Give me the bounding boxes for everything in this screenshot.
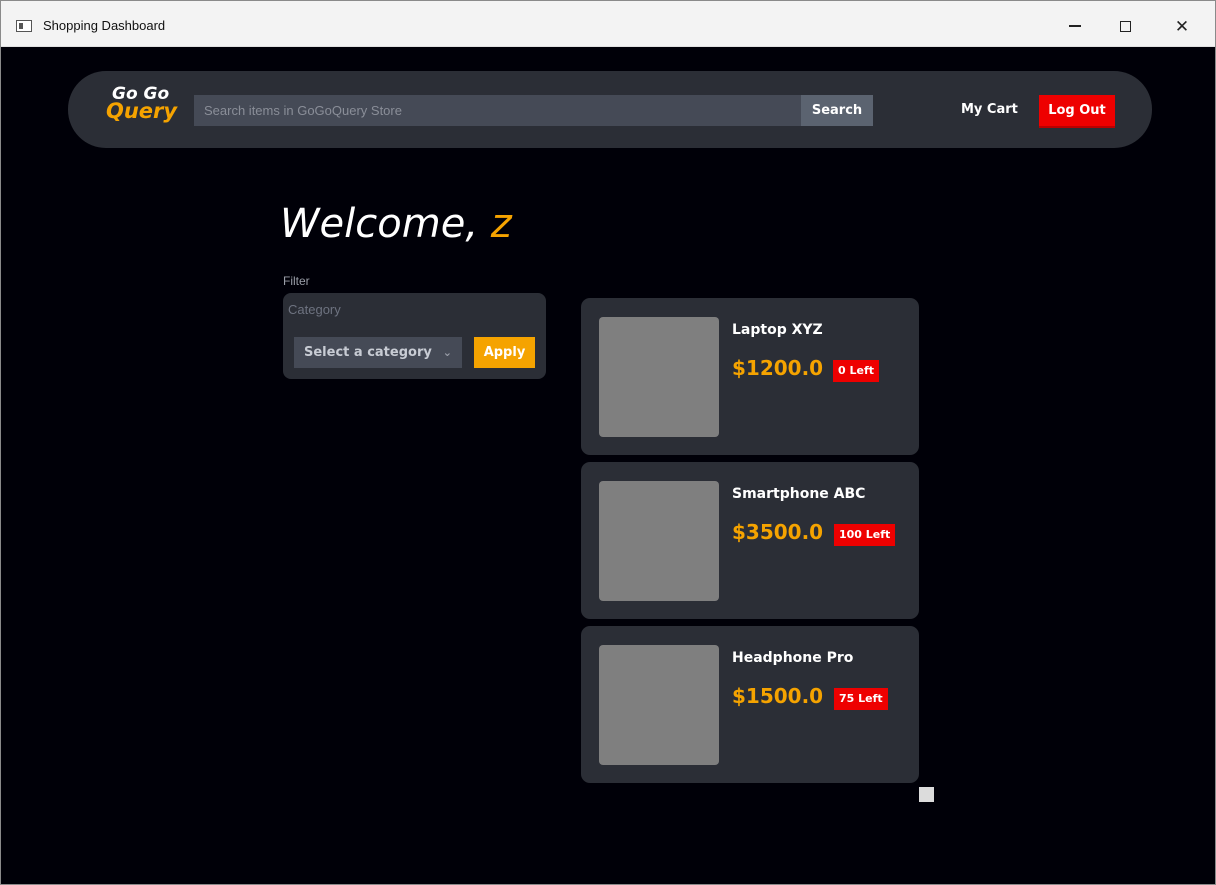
minimize-button[interactable] (1052, 12, 1098, 42)
product-name: Laptop XYZ (732, 322, 823, 338)
product-name: Smartphone ABC (732, 486, 866, 502)
app-window-icon (16, 20, 32, 32)
welcome-heading: Welcome, z (280, 201, 512, 247)
close-icon: ✕ (1174, 17, 1190, 37)
product-price: $1200.0 (732, 356, 824, 380)
filter-label: Filter (283, 274, 310, 288)
product-card[interactable]: Smartphone ABC $3500.0 100 Left (581, 462, 919, 619)
chevron-down-icon: ⌄ (442, 346, 452, 359)
maximize-icon (1119, 20, 1131, 32)
product-card[interactable]: Headphone Pro $1500.0 75 Left (581, 626, 919, 783)
product-image (599, 481, 719, 601)
welcome-greeting: Welcome, (280, 201, 491, 247)
product-name: Headphone Pro (732, 650, 854, 666)
apply-button[interactable]: Apply (474, 337, 535, 368)
navbar: Go Go Query Search My Cart Log Out (68, 71, 1152, 148)
filter-panel: Category Select a category ⌄ Apply (283, 293, 546, 379)
title-bar[interactable]: Shopping Dashboard ✕ (1, 1, 1215, 47)
stock-badge: 100 Left (834, 524, 896, 546)
my-cart-link[interactable]: My Cart (961, 102, 1018, 117)
product-card[interactable]: Laptop XYZ $1200.0 0 Left (581, 298, 919, 455)
search-button[interactable]: Search (801, 95, 873, 126)
stock-badge: 75 Left (834, 688, 888, 710)
log-out-button[interactable]: Log Out (1039, 95, 1115, 128)
category-select[interactable]: Select a category ⌄ (294, 337, 462, 368)
scroll-corner (919, 787, 934, 802)
stock-badge: 0 Left (833, 360, 879, 382)
product-image (599, 317, 719, 437)
product-price: $1500.0 (732, 684, 824, 708)
minimize-icon (1069, 25, 1081, 27)
maximize-button[interactable] (1102, 12, 1148, 42)
category-select-value: Select a category (304, 345, 432, 360)
logo-bottom-text: Query (106, 99, 178, 123)
welcome-username: z (490, 201, 512, 247)
logo[interactable]: Go Go Query (106, 80, 188, 136)
window-title: Shopping Dashboard (43, 18, 166, 33)
product-image (599, 645, 719, 765)
app-window: Shopping Dashboard ✕ Go Go Query Search … (0, 0, 1216, 885)
search-input[interactable] (194, 95, 801, 126)
close-button[interactable]: ✕ (1159, 12, 1205, 42)
product-price: $3500.0 (732, 520, 824, 544)
category-label: Category (288, 302, 341, 317)
